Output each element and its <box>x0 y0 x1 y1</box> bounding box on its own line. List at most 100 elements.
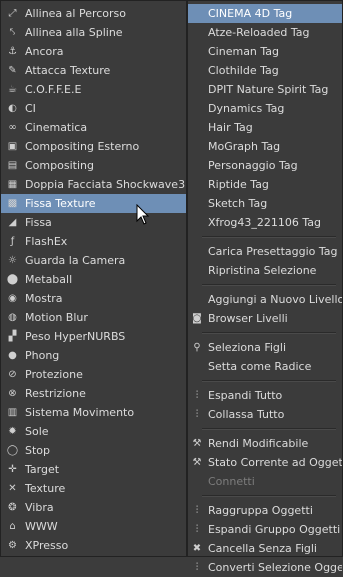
menu-item-mostra[interactable]: ◉ Mostra <box>1 289 186 308</box>
menu-item-label: Compositing Esterno <box>25 140 140 153</box>
current-state-icon: ⚒ <box>192 457 202 468</box>
fix-texture-icon: ▩ <box>7 198 18 209</box>
menu-item-motion-blur[interactable]: ◍ Motion Blur <box>1 308 186 327</box>
submenu-item-hair-tag[interactable]: Hair Tag <box>188 118 342 137</box>
submenu-item-label: Clothilde Tag <box>208 64 279 77</box>
target-icon: ✛ <box>8 464 17 475</box>
submenu-item-sketch-tag[interactable]: Sketch Tag <box>188 194 342 213</box>
menu-separator <box>202 236 336 238</box>
xpresso-icon: ⚙ <box>8 540 17 551</box>
menu-item-cinematica[interactable]: ∞ Cinematica <box>1 118 186 137</box>
www-icon: ⌂ <box>9 521 16 532</box>
submenu-item-carica-presettaggio-tag[interactable]: Carica Presettaggio Tag <box>188 242 342 261</box>
menu-item-label: Compositing <box>25 159 94 172</box>
submenu-item-seleziona-figli[interactable]: ⚲ Seleziona Figli <box>188 338 342 357</box>
menu-item-fissa-texture[interactable]: ▩ Fissa Texture <box>1 194 186 213</box>
menu-item-label: Motion Blur <box>25 311 88 324</box>
menu-item-label: Metaball <box>25 273 73 286</box>
submenu-item-dynamics-tag[interactable]: Dynamics Tag <box>188 99 342 118</box>
display-icon: ◉ <box>8 293 17 304</box>
menu-item-stop[interactable]: ◯ Stop <box>1 441 186 460</box>
submenu-item-setta-come-radice[interactable]: Setta come Radice <box>188 357 342 376</box>
submenu-item-cinema-4d-tag[interactable]: CINEMA 4D Tag <box>188 4 342 23</box>
menu-item-sistema-movimento[interactable]: ▥ Sistema Movimento <box>1 403 186 422</box>
submenu-item-xfrog43-221106-tag[interactable]: Xfrog43_221106 Tag <box>188 213 342 232</box>
menu-item-fissa[interactable]: ◢ Fissa <box>1 213 186 232</box>
menu-item-label: CI <box>25 102 36 115</box>
submenu-item-riptide-tag[interactable]: Riptide Tag <box>188 175 342 194</box>
menu-item-attacca-texture[interactable]: ✎ Attacca Texture <box>1 61 186 80</box>
submenu-item-label: Seleziona Figli <box>208 341 287 354</box>
flashex-icon: ƒ <box>10 236 15 247</box>
submenu-item-cineman-tag[interactable]: Cineman Tag <box>188 42 342 61</box>
menu-item-phong[interactable]: ● Phong <box>1 346 186 365</box>
menu-item-target[interactable]: ✛ Target <box>1 460 186 479</box>
menu-item-compositing-esterno[interactable]: ▣ Compositing Esterno <box>1 137 186 156</box>
coffee-icon: ☕ <box>8 84 17 95</box>
menu-item-label: Sistema Movimento <box>25 406 135 419</box>
menu-item-label: Restrizione <box>25 387 86 400</box>
submenu-item-converti-selezione-oggetto-in[interactable]: ⫶ Converti Selezione Oggetto in <box>188 558 342 577</box>
layer-browser-icon: ◙ <box>192 313 202 324</box>
menu-separator <box>202 495 336 497</box>
menu-item-label: Allinea al Percorso <box>25 7 127 20</box>
menu-item-texture[interactable]: ✕ Texture <box>1 479 186 498</box>
submenu-item-espandi-gruppo-oggetti[interactable]: ⫶ Espandi Gruppo Oggetti <box>188 520 342 539</box>
expand-group-icon: ⫶ <box>195 524 199 535</box>
submenu-item-label: Espandi Tutto <box>208 389 283 402</box>
menu-item-www[interactable]: ⌂ WWW <box>1 517 186 536</box>
submenu-item-browser-livelli[interactable]: ◙ Browser Livelli <box>188 309 342 328</box>
menu-item-label: Stop <box>25 444 51 457</box>
menu-item-protezione[interactable]: ⊘ Protezione <box>1 365 186 384</box>
menu-item-xpresso[interactable]: ⚙ XPresso <box>1 536 186 555</box>
hypernurbs-weight-icon: ▞ <box>8 331 17 342</box>
submenu-item-cancella-senza-figli[interactable]: ✖ Cancella Senza Figli <box>188 539 342 558</box>
submenu-item-label: Raggruppa Oggetti <box>208 504 313 517</box>
menu-item-vibra[interactable]: ❂ Vibra <box>1 498 186 517</box>
menu-item-label: Fissa <box>25 216 52 229</box>
collapse-all-icon: ⫶ <box>195 409 199 420</box>
submenu-item-label: Cineman Tag <box>208 45 280 58</box>
menu-item-ancora[interactable]: ⚓ Ancora <box>1 42 186 61</box>
menu-item-label: Texture <box>25 482 66 495</box>
submenu-item-ripristina-selezione[interactable]: Ripristina Selezione <box>188 261 342 280</box>
submenu-item-dpit-nature-spirit-tag[interactable]: DPIT Nature Spirit Tag <box>188 80 342 99</box>
submenu-item-stato-corrente-ad-oggetto[interactable]: ⚒ Stato Corrente ad Oggetto <box>188 453 342 472</box>
tag-category-menu: ⤢ Allinea al Percorso ⤣ Allinea alla Spline… <box>0 0 187 557</box>
protection-icon: ⊘ <box>8 369 17 380</box>
menu-item-flashex[interactable]: ƒ FlashEx <box>1 232 186 251</box>
submenu-item-raggruppa-oggetti[interactable]: ⫶ Raggruppa Oggetti <box>188 501 342 520</box>
restriction-icon: ⊗ <box>8 388 17 399</box>
menu-item-compositing[interactable]: ▤ Compositing <box>1 156 186 175</box>
stick-texture-icon: ✎ <box>8 65 17 76</box>
motion-blur-icon: ◍ <box>8 312 17 323</box>
menu-item-sole[interactable]: ✹ Sole <box>1 422 186 441</box>
menu-item-doppia-facciata-shockwave3d[interactable]: ▦ Doppia Facciata Shockwave3D <box>1 175 186 194</box>
menu-item-guarda-la-camera[interactable]: ☼ Guarda la Camera <box>1 251 186 270</box>
expand-all-icon: ⫶ <box>195 390 199 401</box>
submenu-item-clothilde-tag[interactable]: Clothilde Tag <box>188 61 342 80</box>
submenu-item-personaggio-tag[interactable]: Personaggio Tag <box>188 156 342 175</box>
group-objects-icon: ⫶ <box>195 505 199 516</box>
menu-item-allinea-alla-spline[interactable]: ⤣ Allinea alla Spline <box>1 23 186 42</box>
menu-separator <box>202 428 336 430</box>
submenu-item-label: Personaggio Tag <box>208 159 298 172</box>
menu-item-ci[interactable]: ◐ CI <box>1 99 186 118</box>
submenu-item-mograph-tag[interactable]: MoGraph Tag <box>188 137 342 156</box>
menu-item-c-o-f-f-e-e[interactable]: ☕ C.O.F.F.E.E <box>1 80 186 99</box>
submenu-item-aggiungi-a-nuovo-livello[interactable]: Aggiungi a Nuovo Livello <box>188 290 342 309</box>
submenu-item-atze-reloaded-tag[interactable]: Atze-Reloaded Tag <box>188 23 342 42</box>
submenu-item-label: CINEMA 4D Tag <box>208 7 293 20</box>
motion-system-icon: ▥ <box>7 407 18 418</box>
submenu-item-espandi-tutto[interactable]: ⫶ Espandi Tutto <box>188 386 342 405</box>
sun-icon: ✹ <box>8 426 17 437</box>
menu-separator <box>202 380 336 382</box>
menu-item-label: WWW <box>25 520 58 533</box>
menu-item-allinea-al-percorso[interactable]: ⤢ Allinea al Percorso <box>1 4 186 23</box>
menu-item-metaball[interactable]: ⬤ Metaball <box>1 270 186 289</box>
menu-item-label: XPresso <box>25 539 69 552</box>
submenu-item-rendi-modificabile[interactable]: ⚒ Rendi Modificabile <box>188 434 342 453</box>
menu-item-peso-hypernurbs[interactable]: ▞ Peso HyperNURBS <box>1 327 186 346</box>
submenu-item-collassa-tutto[interactable]: ⫶ Collassa Tutto <box>188 405 342 424</box>
menu-item-restrizione[interactable]: ⊗ Restrizione <box>1 384 186 403</box>
